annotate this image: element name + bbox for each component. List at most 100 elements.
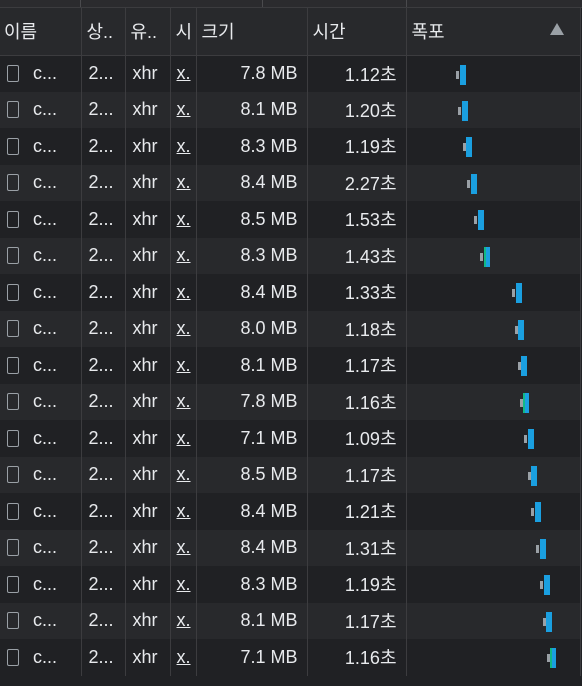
cell-initiator-link[interactable]: x.: [170, 602, 197, 639]
table-row[interactable]: c... 2... xhr x. 8.1 MB 1.17초: [0, 347, 581, 384]
table-row[interactable]: c... 2... xhr x. 8.3 MB 1.43초: [0, 237, 581, 274]
table-row[interactable]: c... 2... xhr x. 8.5 MB 1.53초: [0, 201, 581, 238]
cell-initiator-link[interactable]: x.: [170, 456, 197, 493]
request-checkbox-icon[interactable]: [7, 575, 19, 593]
cell-waterfall[interactable]: [406, 91, 581, 128]
cell-initiator-link[interactable]: x.: [170, 529, 197, 566]
cell-name[interactable]: c...: [0, 602, 82, 639]
table-row[interactable]: c... 2... xhr x. 7.8 MB 1.16초: [0, 383, 581, 420]
cell-status: 2...: [81, 91, 126, 128]
cell-waterfall[interactable]: [406, 201, 581, 238]
request-checkbox-icon[interactable]: [7, 65, 19, 82]
table-row[interactable]: c... 2... xhr x. 7.8 MB 1.12초: [0, 55, 581, 92]
cell-initiator-link[interactable]: x.: [170, 274, 197, 311]
table-row[interactable]: c... 2... xhr x. 8.1 MB 1.17초: [0, 602, 581, 639]
cell-name[interactable]: c...: [0, 456, 82, 493]
cell-name[interactable]: c...: [0, 310, 82, 347]
sort-ascending-icon[interactable]: [549, 23, 564, 35]
cell-name[interactable]: c...: [0, 529, 82, 566]
waterfall-download-bar: [465, 137, 472, 157]
cell-initiator-link[interactable]: x.: [170, 493, 197, 530]
cell-initiator-link[interactable]: x.: [170, 237, 197, 274]
cell-waterfall[interactable]: [406, 55, 581, 92]
table-row[interactable]: c... 2... xhr x. 8.3 MB 1.19초: [0, 566, 581, 603]
cell-name[interactable]: c...: [0, 566, 82, 603]
column-header-time[interactable]: 시간: [307, 8, 407, 56]
cell-waterfall[interactable]: [406, 529, 581, 566]
cell-waterfall[interactable]: [406, 347, 581, 384]
cell-waterfall[interactable]: [406, 164, 581, 201]
cell-waterfall[interactable]: [406, 602, 581, 639]
request-checkbox-icon[interactable]: [7, 137, 19, 155]
cell-status: 2...: [81, 493, 126, 530]
cell-initiator-link[interactable]: x.: [170, 201, 197, 238]
cell-name[interactable]: c...: [0, 91, 82, 128]
cell-name[interactable]: c...: [0, 639, 82, 676]
request-checkbox-icon[interactable]: [7, 612, 19, 630]
request-checkbox-icon[interactable]: [7, 393, 19, 411]
cell-initiator-link[interactable]: x.: [170, 91, 197, 128]
cell-name[interactable]: c...: [0, 128, 82, 165]
cell-name[interactable]: c...: [0, 201, 82, 238]
request-checkbox-icon[interactable]: [7, 247, 19, 265]
table-row[interactable]: c... 2... xhr x. 8.1 MB 1.20초: [0, 91, 581, 128]
column-header-size[interactable]: 크기: [196, 8, 308, 56]
cell-name[interactable]: c...: [0, 493, 82, 530]
table-row[interactable]: c... 2... xhr x. 8.5 MB 1.17초: [0, 456, 581, 493]
request-checkbox-icon[interactable]: [7, 648, 19, 666]
cell-name[interactable]: c...: [0, 55, 82, 92]
cell-waterfall[interactable]: [406, 456, 581, 493]
cell-initiator-link[interactable]: x.: [170, 639, 197, 676]
request-checkbox-icon[interactable]: [7, 502, 19, 520]
request-checkbox-icon[interactable]: [7, 174, 19, 192]
column-header-initiator[interactable]: 시: [170, 8, 197, 56]
request-checkbox-icon[interactable]: [7, 283, 19, 301]
table-row[interactable]: c... 2... xhr x. 8.4 MB 1.33초: [0, 274, 581, 311]
cell-initiator-link[interactable]: x.: [170, 128, 197, 165]
cell-name[interactable]: c...: [0, 420, 82, 457]
cell-initiator-link[interactable]: x.: [170, 55, 197, 92]
table-row[interactable]: c... 2... xhr x. 8.4 MB 2.27초: [0, 164, 581, 201]
cell-waterfall[interactable]: [406, 493, 581, 530]
request-checkbox-icon[interactable]: [7, 429, 19, 447]
cell-initiator-link[interactable]: x.: [170, 310, 197, 347]
column-header-name[interactable]: 이름: [0, 8, 82, 56]
table-row[interactable]: c... 2... xhr x. 8.0 MB 1.18초: [0, 310, 581, 347]
cell-waterfall[interactable]: [406, 383, 581, 420]
column-header-waterfall[interactable]: 폭포: [406, 8, 581, 56]
cell-waterfall[interactable]: [406, 639, 581, 676]
cell-name[interactable]: c...: [0, 383, 82, 420]
timeline-overview-strip[interactable]: [0, 0, 582, 8]
cell-size: 8.1 MB: [196, 602, 308, 639]
table-row[interactable]: c... 2... xhr x. 8.4 MB 1.21초: [0, 493, 581, 530]
request-checkbox-icon[interactable]: [7, 466, 19, 484]
cell-name[interactable]: c...: [0, 237, 82, 274]
cell-initiator-link[interactable]: x.: [170, 383, 197, 420]
request-checkbox-icon[interactable]: [7, 356, 19, 374]
request-checkbox-icon[interactable]: [7, 101, 19, 119]
table-row[interactable]: c... 2... xhr x. 7.1 MB 1.16초: [0, 639, 581, 676]
table-row[interactable]: c... 2... xhr x. 8.3 MB 1.19초: [0, 128, 581, 165]
waterfall-wait-bar: [466, 179, 470, 188]
cell-name[interactable]: c...: [0, 347, 82, 384]
cell-waterfall[interactable]: [406, 274, 581, 311]
request-checkbox-icon[interactable]: [7, 539, 19, 557]
cell-initiator-link[interactable]: x.: [170, 566, 197, 603]
cell-waterfall[interactable]: [406, 420, 581, 457]
table-row[interactable]: c... 2... xhr x. 8.4 MB 1.31초: [0, 529, 581, 566]
cell-waterfall[interactable]: [406, 128, 581, 165]
table-row[interactable]: c... 2... xhr x. 7.1 MB 1.09초: [0, 420, 581, 457]
cell-initiator-link[interactable]: x.: [170, 420, 197, 457]
cell-waterfall[interactable]: [406, 237, 581, 274]
request-checkbox-icon[interactable]: [7, 210, 19, 228]
column-header-type[interactable]: 유..: [125, 8, 171, 56]
waterfall-download-bar: [517, 319, 524, 340]
cell-name[interactable]: c...: [0, 274, 82, 311]
request-checkbox-icon[interactable]: [7, 320, 19, 338]
cell-initiator-link[interactable]: x.: [170, 347, 197, 384]
column-header-status[interactable]: 상..: [81, 8, 126, 56]
cell-waterfall[interactable]: [406, 566, 581, 603]
cell-initiator-link[interactable]: x.: [170, 164, 197, 201]
cell-waterfall[interactable]: [406, 310, 581, 347]
cell-name[interactable]: c...: [0, 164, 82, 201]
